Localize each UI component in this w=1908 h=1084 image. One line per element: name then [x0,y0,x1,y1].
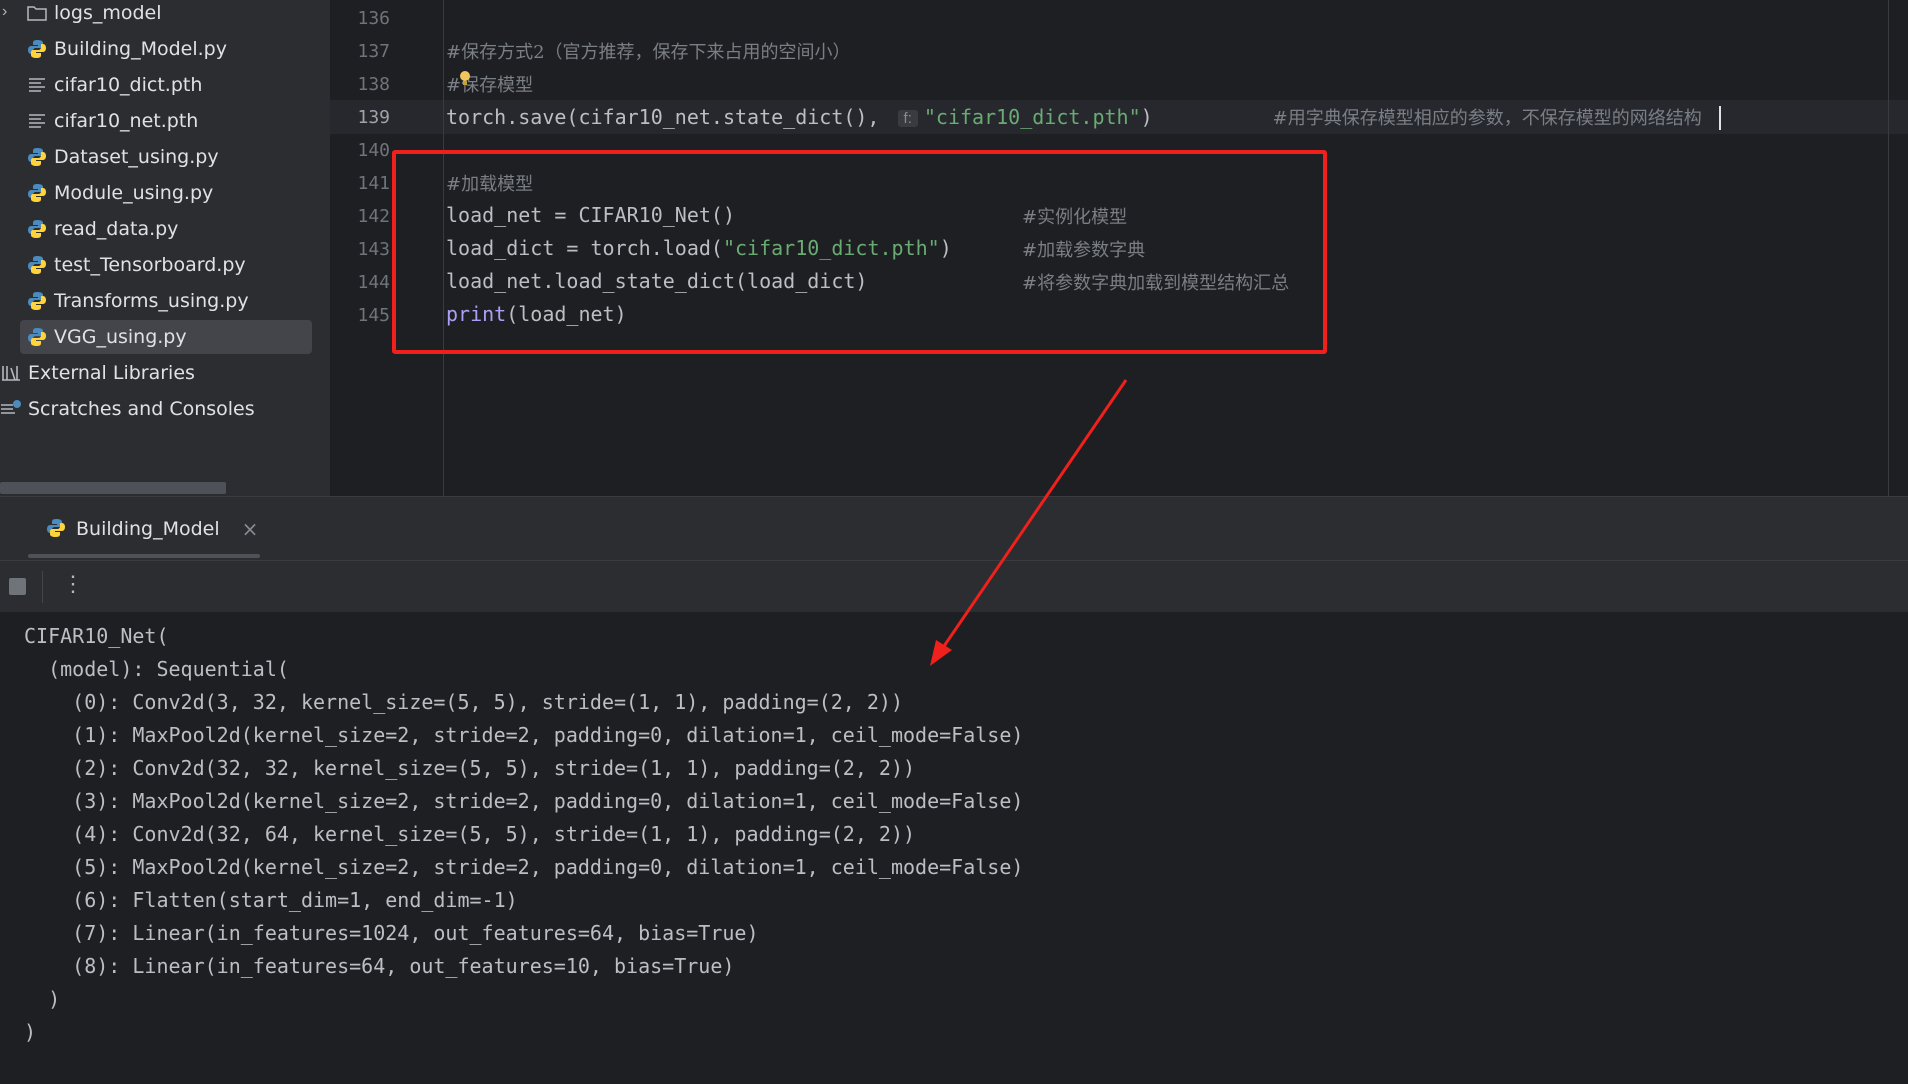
console-line: (6): Flatten(start_dim=1, end_dim=-1) [24,888,518,912]
console-line: (2): Conv2d(32, 32, kernel_size=(5, 5), … [24,756,916,780]
tab-active-indicator [28,554,260,558]
console-line: (0): Conv2d(3, 32, kernel_size=(5, 5), s… [24,690,903,714]
tree-item-module-using[interactable]: Module_using.py [26,176,316,210]
code-line-137[interactable]: #保存方式2（官方推荐，保存下来占用的空间小） [446,38,851,64]
library-icon [0,362,22,384]
tree-item-label: read_data.py [54,218,179,240]
tree-item-label: Dataset_using.py [54,146,219,168]
python-icon [26,254,48,276]
python-icon [26,182,48,204]
run-panel-header: Building_Model × [0,496,1908,561]
console-line: CIFAR10_Net( [24,624,169,648]
console-output[interactable]: CIFAR10_Net( (model): Sequential( (0): C… [0,612,1908,1084]
tab-label: Building_Model [76,518,220,540]
console-line: (7): Linear(in_features=1024, out_featur… [24,921,759,945]
tree-item-logs-model[interactable]: logs_model [26,0,316,30]
tree-item-test-tensorboard[interactable]: test_Tensorboard.py [26,248,316,282]
line-number: 140 [357,140,390,161]
tree-item-external-libraries[interactable]: External Libraries [0,356,316,390]
comment: #保存方式2（官方推荐，保存下来占用的空间小） [446,42,851,63]
python-icon [26,290,48,312]
stop-icon[interactable] [9,578,26,595]
line-number: 144 [357,272,390,293]
tree-item-label: test_Tensorboard.py [54,254,246,276]
console-line: (8): Linear(in_features=64, out_features… [24,954,735,978]
editor-scrollbar[interactable] [1888,0,1889,496]
close-icon[interactable]: × [242,517,259,541]
line-number: 143 [357,239,390,260]
run-toolbar: ⋮ [0,560,1908,613]
line-number: 145 [357,305,390,326]
string-literal: "cifar10_dict.pth" [923,105,1141,129]
console-line: (4): Conv2d(32, 64, kernel_size=(5, 5), … [24,822,916,846]
console-line: (1): MaxPool2d(kernel_size=2, stride=2, … [24,723,1024,747]
tree-item-label: Scratches and Consoles [28,398,255,420]
tree-item-building-model[interactable]: Building_Model.py [26,32,316,66]
tree-item-vgg-using[interactable]: VGG_using.py [20,320,312,354]
text-file-icon [26,74,48,96]
line-number: 139 [357,107,390,128]
tree-item-cifar10-dict[interactable]: cifar10_dict.pth [26,68,316,102]
python-icon [26,146,48,168]
scratches-icon [0,398,22,420]
text-caret [1719,106,1721,130]
console-line: ) [24,987,61,1011]
tree-item-label: Module_using.py [54,182,214,204]
line-number: 138 [357,74,390,95]
python-icon [46,518,68,540]
tree-item-scratches[interactable]: Scratches and Consoles [0,392,316,426]
tree-item-cifar10-net[interactable]: cifar10_net.pth [26,104,316,138]
console-line: (model): Sequential( [24,657,289,681]
python-icon [26,326,48,348]
tab-building-model[interactable]: Building_Model × [28,497,260,561]
folder-icon [26,2,48,24]
console-line: (3): MaxPool2d(kernel_size=2, stride=2, … [24,789,1024,813]
toolbar-divider [42,571,43,603]
code-line-139[interactable]: torch.save(cifar10_net.state_dict(), f: "… [446,104,1702,130]
tree-item-label: cifar10_dict.pth [54,74,203,96]
parameter-hint: f: [897,110,918,127]
tree-item-label: Transforms_using.py [54,290,249,312]
project-tool-window: › logs_model Building_Model.py cifar10_d… [0,0,330,496]
python-icon [26,218,48,240]
code-text: ) [1140,105,1153,129]
console-line: ) [24,1020,37,1044]
more-options-icon[interactable]: ⋮ [62,571,84,597]
lightbulb-icon[interactable] [458,70,472,86]
line-number: 141 [357,173,390,194]
tree-item-label: cifar10_net.pth [54,110,199,132]
line-number: 142 [357,206,390,227]
python-icon [26,38,48,60]
tree-item-label: External Libraries [28,362,195,384]
chevron-right-icon[interactable]: › [2,3,7,21]
comment: #用字典保存模型相应的参数，不保存模型的网络结构 [1272,108,1702,129]
tree-item-label: Building_Model.py [54,38,227,60]
tree-item-dataset-using[interactable]: Dataset_using.py [26,140,316,174]
tree-item-transforms-using[interactable]: Transforms_using.py [26,284,316,318]
tree-item-label: logs_model [54,2,162,24]
tree-item-read-data[interactable]: read_data.py [26,212,316,246]
console-line: (5): MaxPool2d(kernel_size=2, stride=2, … [24,855,1024,879]
text-file-icon [26,110,48,132]
tree-item-label: VGG_using.py [54,326,187,348]
horizontal-scrollbar[interactable] [0,482,226,494]
code-text: torch.save(cifar10_net.state_dict(), [446,105,892,129]
line-number: 137 [357,41,390,62]
annotation-highlight-box [392,150,1327,354]
line-number: 136 [357,8,390,29]
